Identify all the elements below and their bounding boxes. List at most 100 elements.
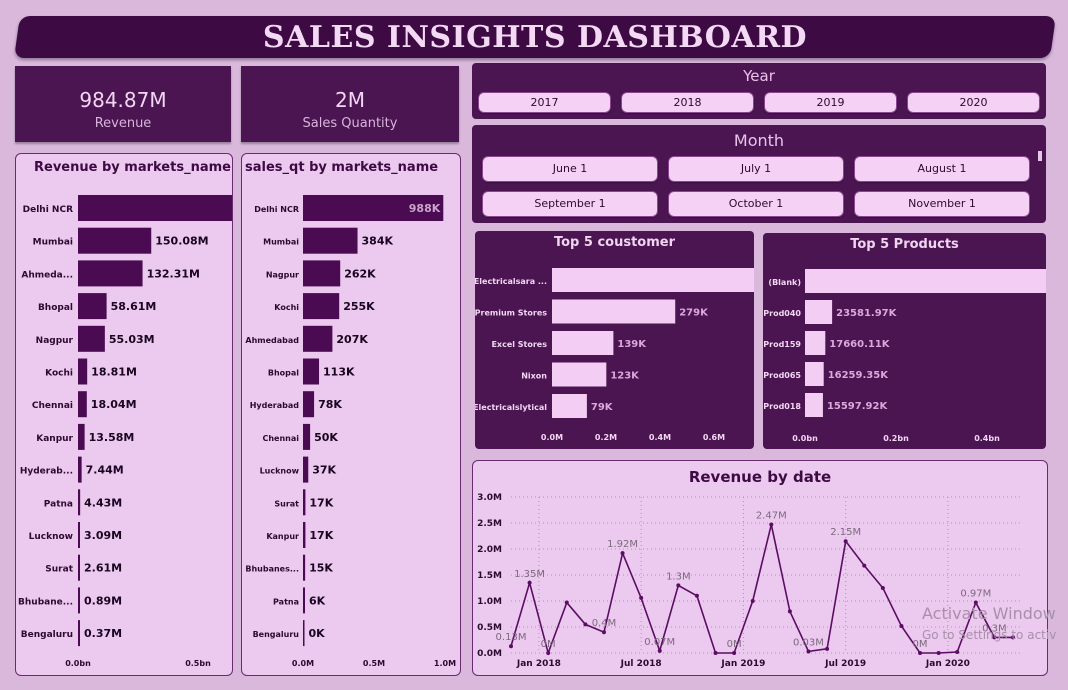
data-point <box>713 651 718 655</box>
bar <box>303 325 333 352</box>
category-label: Ahmeda... <box>21 270 73 280</box>
category-label: Nagpur <box>266 270 299 279</box>
revenue-label: Revenue <box>94 116 152 131</box>
data-label: 150.08M <box>155 235 208 248</box>
data-label: 17K <box>309 496 333 509</box>
data-point <box>936 651 941 655</box>
year-option-2020[interactable]: 2020 <box>907 92 1040 113</box>
year-option-2019[interactable]: 2019 <box>764 92 897 113</box>
data-label: 0.89M <box>84 594 122 607</box>
category-label: (Blank) <box>768 278 801 287</box>
month-option-november[interactable]: November 1 <box>854 191 1030 217</box>
data-label: 2.61M <box>84 562 122 575</box>
data-label: 23581.97K <box>836 308 898 319</box>
bar <box>805 331 826 355</box>
top-products-panel: Top 5 Products (Blank)468961.24KProd0402… <box>763 233 1046 449</box>
data-label: 58.61M <box>111 300 157 313</box>
activation-watermark-sub: Go to Settings to activ <box>922 628 1057 642</box>
bar <box>303 620 305 647</box>
bar <box>303 227 358 254</box>
category-label: Prod159 <box>763 340 801 349</box>
data-label: 988K <box>409 202 441 215</box>
top-products-chart: (Blank)468961.24KProd04023581.97KProd159… <box>763 269 1046 443</box>
category-label: Kanpur <box>266 532 299 541</box>
month-option-september[interactable]: September 1 <box>482 191 658 217</box>
revenue-value: 984.87M <box>79 88 167 112</box>
bar <box>805 393 823 417</box>
year-option-2018[interactable]: 2018 <box>621 92 754 113</box>
bar <box>805 269 1046 293</box>
x-tick-label: Jan 2020 <box>925 659 970 669</box>
y-tick-label: 3.0M <box>477 493 502 503</box>
bar <box>78 489 81 516</box>
category-label: Bhopal <box>268 369 299 378</box>
category-label: Prod040 <box>763 309 801 318</box>
revenue-by-date-panel: Revenue by date 0.0M 0.5M 1.0M 1.5M 2.0M 2.5M… <box>472 460 1048 676</box>
data-label: 78K <box>318 398 342 411</box>
year-option-2017[interactable]: 2017 <box>478 92 611 113</box>
bar <box>303 260 341 287</box>
category-label: Mumbai <box>33 238 73 248</box>
category-label: Nagpur <box>36 336 74 346</box>
category-label: Hyderabad <box>250 401 300 410</box>
data-point <box>583 622 588 627</box>
data-point <box>899 623 904 628</box>
category-label: Surat <box>45 565 73 575</box>
bar <box>303 358 320 385</box>
bar <box>303 391 315 418</box>
category-label: Prod018 <box>763 402 801 411</box>
data-label: 17660.11K <box>829 339 891 350</box>
month-option-august[interactable]: August 1 <box>854 156 1030 182</box>
bar <box>78 620 80 647</box>
data-label: 139K <box>617 339 647 350</box>
bar <box>78 423 85 450</box>
category-label: Patna <box>273 597 299 606</box>
bar <box>552 362 607 387</box>
month-option-july[interactable]: July 1 <box>668 156 844 182</box>
x-tick-label: 0.2bn <box>883 434 909 443</box>
category-label: Surat <box>274 499 299 508</box>
data-label: 4.43M <box>84 496 122 509</box>
point-label: 0.13M <box>496 632 527 643</box>
data-label: 16259.35K <box>828 370 890 381</box>
year-slicer: Year 2017 2018 2019 2020 <box>472 63 1046 119</box>
data-label: 79K <box>591 402 614 413</box>
x-tick-label: 0.0M <box>292 659 314 668</box>
x-tick-label: 0.6M <box>703 433 725 442</box>
bar <box>78 195 232 221</box>
data-point <box>732 651 737 655</box>
data-point <box>769 522 774 527</box>
x-tick-label: 0.4bn <box>974 434 1000 443</box>
data-label: 50K <box>314 431 338 444</box>
data-point <box>787 609 792 614</box>
top-customers-panel: Top 5 coustomer Electricalsara ...654KPr… <box>475 231 754 449</box>
bar <box>303 522 306 548</box>
data-point <box>862 563 867 568</box>
category-label: Kochi <box>45 369 73 379</box>
bar <box>303 456 309 483</box>
category-label: Patna <box>44 499 73 509</box>
month-option-october[interactable]: October 1 <box>668 191 844 217</box>
bar <box>78 554 80 581</box>
x-tick-label: Jan 2018 <box>516 659 561 669</box>
bar <box>805 300 833 324</box>
category-label: Delhi NCR <box>23 205 73 215</box>
category-label: Bhopal <box>38 303 73 313</box>
month-scrollbar[interactable] <box>1038 151 1042 161</box>
data-label: 6K <box>309 594 326 607</box>
month-option-june[interactable]: June 1 <box>482 156 658 182</box>
data-label: 17K <box>309 529 333 542</box>
data-point <box>880 586 885 590</box>
qty-by-market-chart: Delhi NCR 988K Mumbai 384K Nagpur 262K Kochi 25… <box>245 195 456 668</box>
data-label: 3.09M <box>84 529 122 542</box>
category-label: Prod065 <box>763 371 801 380</box>
data-label: 262K <box>344 267 376 280</box>
point-label: 0M <box>541 639 556 650</box>
data-point <box>601 630 606 635</box>
data-point <box>918 651 923 655</box>
data-point <box>843 539 848 544</box>
category-label: Premium Stores <box>475 309 547 318</box>
data-label: 123K <box>610 371 640 382</box>
bar <box>552 394 587 418</box>
point-label: 2.15M <box>830 527 861 538</box>
